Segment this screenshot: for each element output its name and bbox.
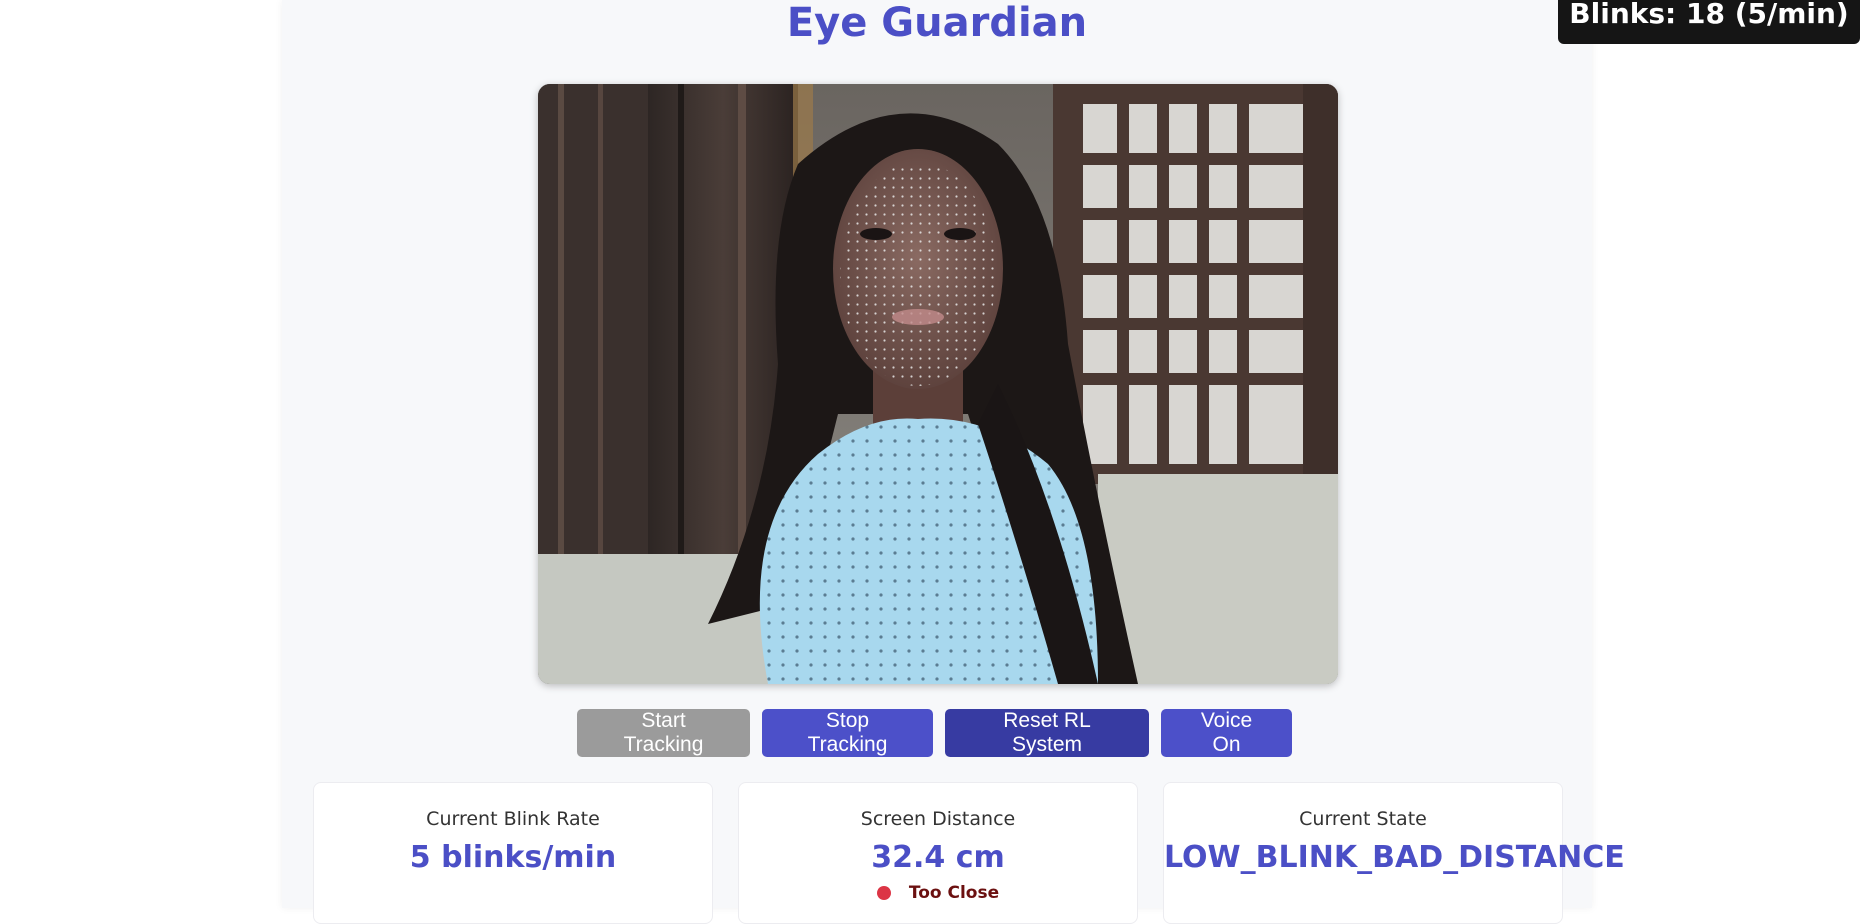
screen-distance-value: 32.4 cm bbox=[871, 840, 1005, 875]
blink-rate-card: Current Blink Rate 5 blinks/min bbox=[313, 782, 713, 924]
webcam-video-feed bbox=[538, 84, 1338, 684]
stop-tracking-button[interactable]: Stop Tracking bbox=[762, 709, 933, 757]
screen-distance-label: Screen Distance bbox=[860, 808, 1016, 830]
current-state-label: Current State bbox=[1299, 808, 1427, 830]
reset-rl-system-button[interactable]: Reset RL System bbox=[945, 709, 1149, 757]
voice-toggle-button[interactable]: Voice On bbox=[1161, 709, 1292, 757]
status-dot-icon bbox=[876, 886, 891, 900]
webcam-frame-image bbox=[538, 84, 1338, 684]
distance-status: Too Close bbox=[739, 883, 1137, 903]
app-title: Eye Guardian bbox=[786, 0, 1088, 46]
current-state-value: LOW_BLINK_BAD_DISTANCE bbox=[1164, 840, 1625, 875]
screen-distance-card: Screen Distance 32.4 cm Too Close bbox=[738, 782, 1138, 924]
distance-status-text: Too Close bbox=[908, 883, 1000, 903]
blink-rate-label: Current Blink Rate bbox=[426, 808, 600, 830]
start-tracking-button[interactable]: Start Tracking bbox=[577, 709, 750, 757]
blink-counter-overlay: Blinks: 18 (5/min) bbox=[1558, 0, 1860, 44]
blink-rate-value: 5 blinks/min bbox=[409, 840, 617, 875]
tracking-controls: Start Tracking Stop Tracking Reset RL Sy… bbox=[577, 709, 1292, 757]
current-state-card: Current State LOW_BLINK_BAD_DISTANCE bbox=[1163, 782, 1625, 924]
